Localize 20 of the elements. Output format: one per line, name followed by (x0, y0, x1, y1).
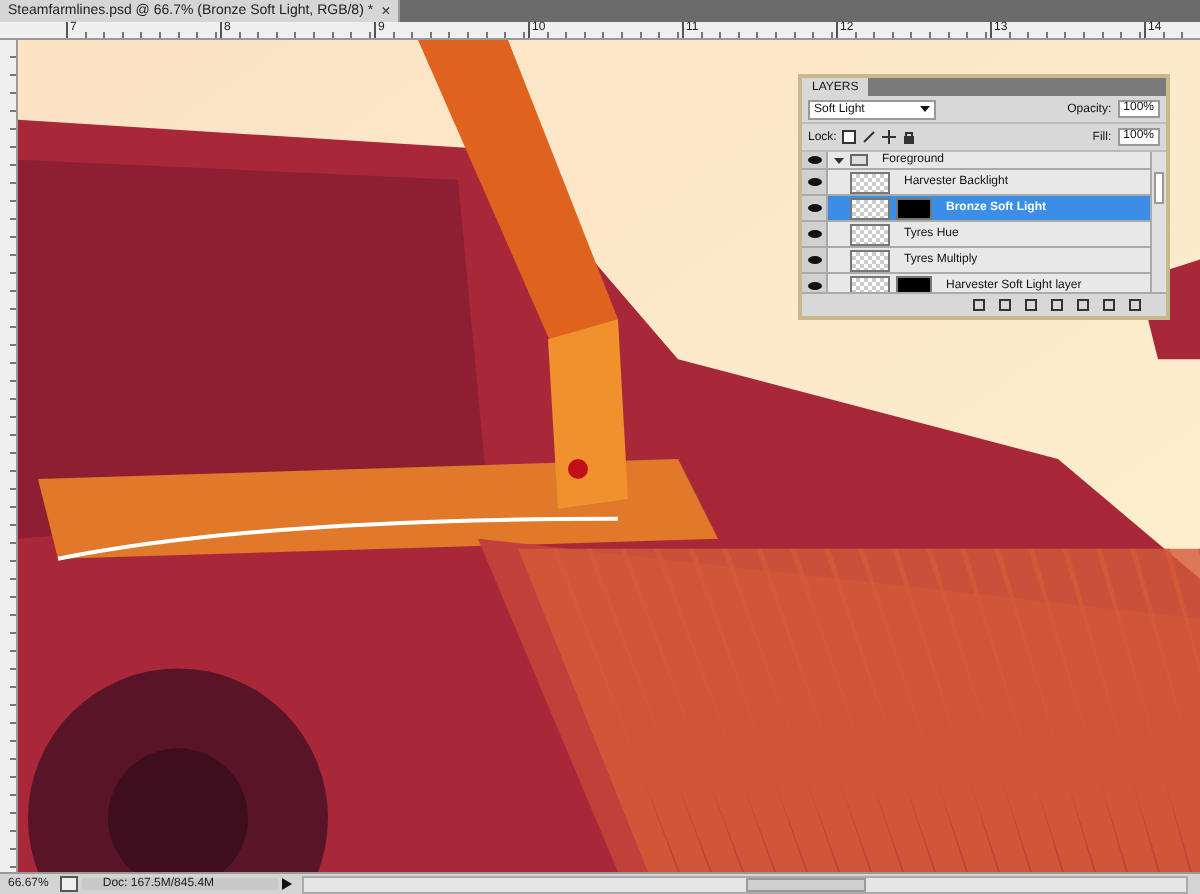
horizontal-scrollbar[interactable] (302, 875, 1188, 893)
layer-thumbnail (850, 249, 890, 271)
scrollbar[interactable] (1150, 152, 1166, 292)
caret-icon (920, 106, 930, 112)
layer-thumbnail (850, 197, 890, 219)
document-icon[interactable] (60, 876, 79, 892)
lock-pixels-icon[interactable] (842, 130, 857, 144)
eye-icon[interactable] (807, 204, 821, 212)
layer-thumbnail (850, 171, 890, 193)
disclosure-triangle-icon[interactable] (834, 157, 844, 163)
layer-thumbnail (850, 223, 890, 245)
layer-thumbnail (850, 275, 890, 292)
eye-icon[interactable] (807, 230, 821, 238)
close-button[interactable]: × (381, 2, 391, 20)
play-arrow-icon[interactable] (278, 876, 295, 892)
brush-icon[interactable] (862, 130, 877, 144)
eye-icon[interactable] (807, 282, 821, 290)
move-icon[interactable] (882, 130, 897, 144)
eye-icon[interactable] (807, 256, 821, 264)
lock-icon[interactable] (902, 130, 917, 144)
